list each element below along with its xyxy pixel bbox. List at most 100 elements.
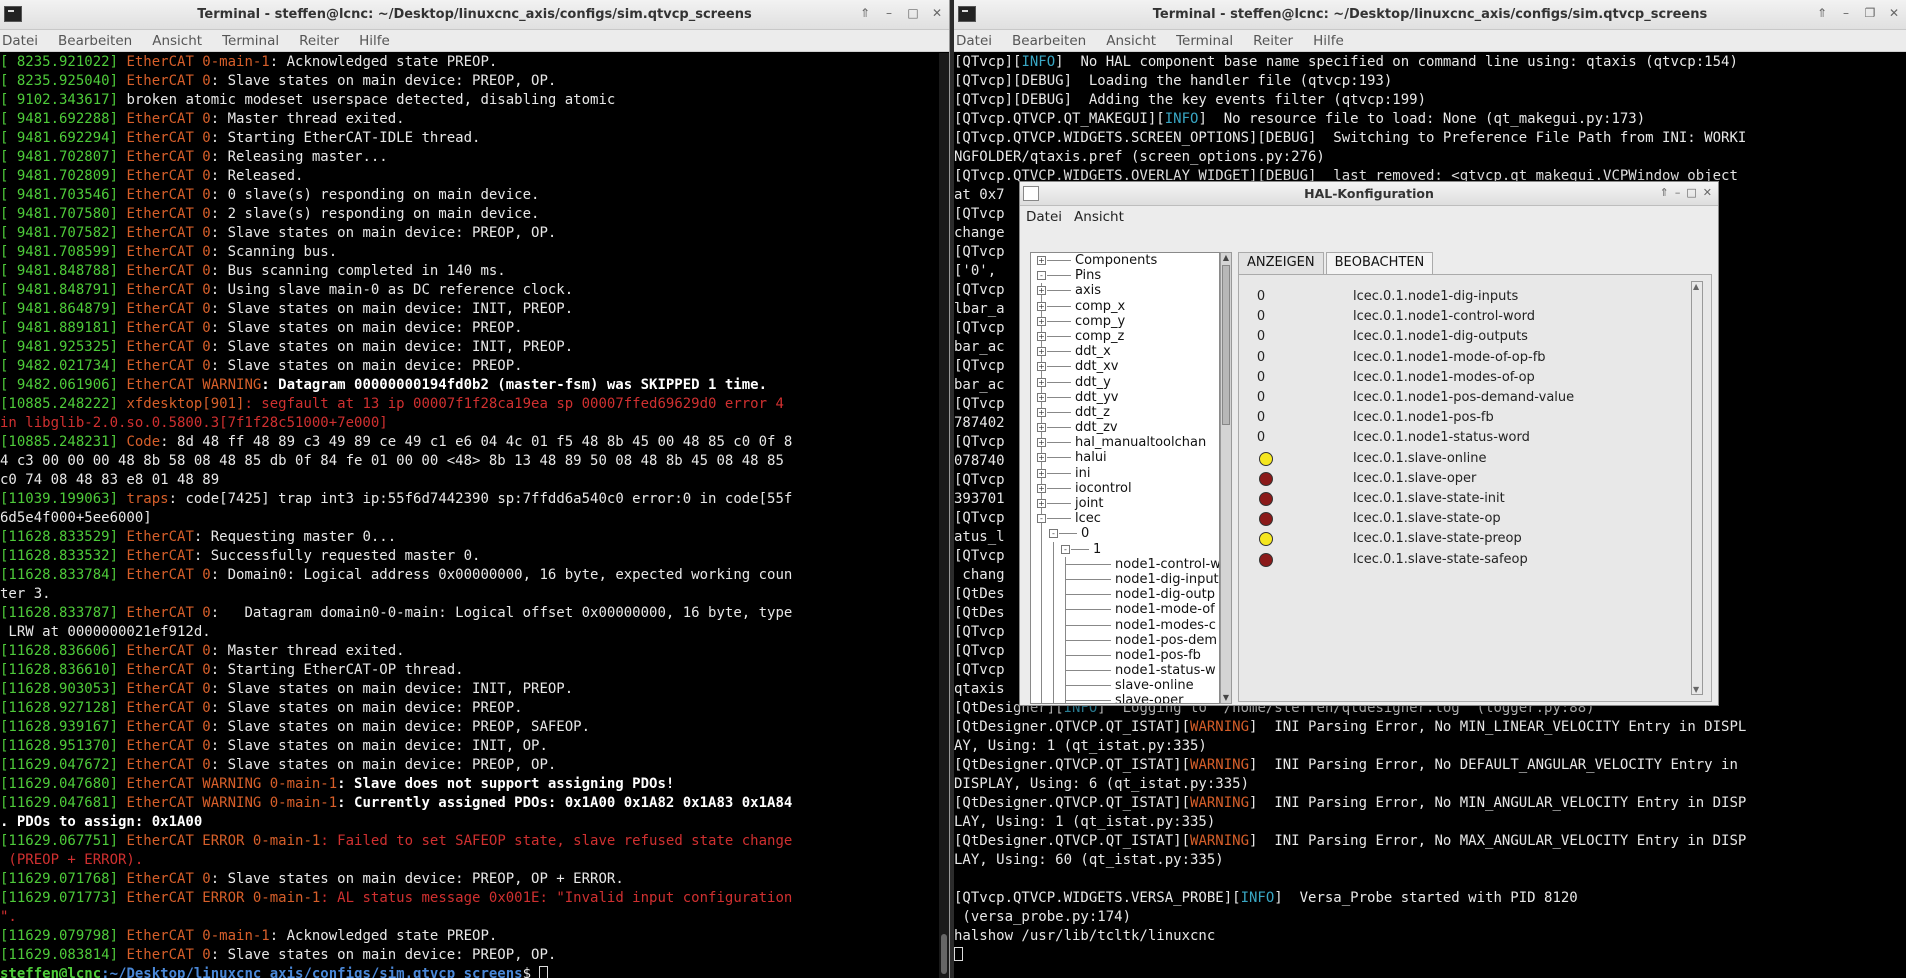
watch-row[interactable]: 0 lcec.0.1.node1-modes-of-op [1253,368,1683,388]
tree-item[interactable]: + iocontrol [1031,480,1219,496]
tree-item[interactable]: + ddt_x [1031,344,1219,360]
menu-terminal[interactable]: Terminal [212,33,289,49]
tree-item[interactable]: + ddt_xv [1031,359,1219,375]
tree-item[interactable]: node1-status-w [1031,663,1219,679]
collapse-icon[interactable]: - [1061,544,1070,554]
tree-item[interactable]: + comp_z [1031,328,1219,345]
watch-row[interactable]: lcec.0.1.slave-online [1253,449,1683,469]
tree-item[interactable]: slave-oper [1031,693,1219,703]
watch-row[interactable]: 0 lcec.0.1.node1-status-word [1253,428,1683,448]
tree-item[interactable]: + comp_x [1031,298,1219,314]
tree-item[interactable]: + ddt_z [1031,404,1219,421]
watch-scrollbar[interactable]: ▲ ▼ [1691,281,1703,695]
watch-row[interactable]: 0 lcec.0.1.node1-pos-fb [1253,408,1683,428]
hal-menu-ansicht[interactable]: Ansicht [1068,209,1130,225]
watch-row[interactable]: lcec.0.1.slave-state-preop [1253,529,1683,549]
minimize-icon[interactable]: – [1838,6,1854,20]
maximize-icon[interactable]: □ [905,6,921,20]
watch-row[interactable]: lcec.0.1.slave-oper [1253,469,1683,489]
watch-row[interactable]: lcec.0.1.slave-state-safeop [1253,550,1683,570]
hal-configuration-window[interactable]: HAL-Konfiguration ⇑ – □ ✕ Datei Ansicht … [1019,181,1719,706]
expand-icon[interactable]: + [1037,499,1046,508]
expand-icon[interactable]: + [1037,316,1046,326]
menu-hilfe[interactable]: Hilfe [349,33,400,49]
left-titlebar[interactable]: Terminal - steffen@lcnc: ~/Desktop/linux… [0,0,949,30]
scroll-down-icon[interactable]: ▼ [1221,693,1231,703]
tree-item[interactable]: - Pins [1031,268,1219,283]
close-icon[interactable]: ✕ [1703,186,1712,199]
tab-beobachten[interactable]: BEOBACHTEN [1325,252,1434,275]
tree-item[interactable]: + ini [1031,465,1219,481]
watch-row[interactable]: 0 lcec.0.1.node1-mode-of-op-fb [1253,348,1683,368]
tree-item[interactable]: + comp_y [1031,313,1219,329]
tree-item[interactable]: node1-modes-c [1031,617,1219,633]
expand-icon[interactable]: + [1037,377,1046,387]
shade-icon[interactable]: ⇑ [1814,6,1830,20]
tree-scrollbar-thumb[interactable] [1222,265,1230,425]
tree-item[interactable]: + hal_manualtoolchan [1031,435,1219,451]
watch-row[interactable]: 0 lcec.0.1.node1-control-word [1253,307,1683,327]
tree-item[interactable]: -1 [1031,541,1219,557]
tab-anzeigen[interactable]: ANZEIGEN [1238,252,1324,274]
expand-icon[interactable]: + [1037,286,1046,296]
close-icon[interactable]: ✕ [1886,6,1902,20]
maximize-icon[interactable]: ❐ [1862,6,1878,20]
expand-icon[interactable]: + [1037,331,1046,341]
tree-item[interactable]: node1-pos-dem [1031,632,1219,648]
collapse-icon[interactable]: - [1037,514,1046,524]
minimize-icon[interactable]: – [1675,186,1681,199]
left-scrollbar-thumb[interactable] [941,934,947,974]
shade-icon[interactable]: ⇑ [1660,186,1669,199]
expand-icon[interactable]: + [1037,301,1046,311]
maximize-icon[interactable]: □ [1686,186,1696,199]
hal-menu-datei[interactable]: Datei [1020,209,1068,225]
tree-item[interactable]: -0 [1031,526,1219,542]
expand-icon[interactable]: + [1037,407,1046,417]
expand-icon[interactable]: + [1037,362,1046,372]
tree-item[interactable]: node1-pos-fb [1031,647,1219,664]
menu-ansicht[interactable]: Ansicht [1096,33,1166,49]
scroll-down-icon[interactable]: ▼ [1693,685,1699,694]
watch-row[interactable]: lcec.0.1.slave-state-init [1253,489,1683,509]
hal-tree[interactable]: + Components - Pins + axis + comp_x + comp_y + comp… [1030,252,1220,704]
expand-icon[interactable]: + [1037,347,1046,357]
expand-icon[interactable]: + [1037,256,1046,265]
menu-reiter[interactable]: Reiter [1243,33,1303,49]
menu-reiter[interactable]: Reiter [289,33,349,49]
tree-item[interactable]: + axis [1031,283,1219,299]
tree-item[interactable]: node1-dig-input [1031,571,1219,588]
tree-item[interactable]: node1-control-w [1031,556,1219,572]
expand-icon[interactable]: + [1037,438,1046,448]
right-titlebar[interactable]: Terminal - steffen@lcnc: ~/Desktop/linux… [954,0,1906,30]
tree-item[interactable]: slave-online [1031,678,1219,694]
watch-row[interactable]: lcec.0.1.slave-state-op [1253,509,1683,529]
shade-icon[interactable]: ⇑ [857,6,873,20]
tree-item[interactable]: + ddt_yv [1031,389,1219,405]
expand-icon[interactable]: + [1037,423,1046,433]
menu-datei[interactable]: Datei [954,33,1002,49]
tree-item[interactable]: + ddt_zv [1031,420,1219,436]
watch-row[interactable]: 0 lcec.0.1.node1-dig-outputs [1253,327,1683,347]
tree-item[interactable]: + halui [1031,450,1219,466]
expand-icon[interactable]: + [1037,468,1046,478]
expand-icon[interactable]: + [1037,483,1046,493]
watch-row[interactable]: 0 lcec.0.1.node1-dig-inputs [1253,287,1683,307]
menu-datei[interactable]: Datei [0,33,48,49]
left-terminal-window[interactable]: Terminal - steffen@lcnc: ~/Desktop/linux… [0,0,950,978]
tree-item[interactable]: + Components [1031,253,1219,268]
tree-item[interactable]: node1-dig-outp [1031,587,1219,603]
menu-ansicht[interactable]: Ansicht [142,33,212,49]
collapse-icon[interactable]: - [1037,271,1046,281]
tree-item[interactable]: + joint [1031,496,1219,512]
expand-icon[interactable]: + [1037,392,1046,402]
left-scrollbar[interactable] [939,53,949,978]
tree-item[interactable]: - lcec [1031,511,1219,527]
expand-icon[interactable]: + [1037,453,1046,463]
tree-item[interactable]: + ddt_y [1031,374,1219,390]
tree-scrollbar[interactable]: ▲ ▼ [1220,252,1232,704]
collapse-icon[interactable]: - [1049,529,1058,539]
close-icon[interactable]: ✕ [929,6,945,20]
minimize-icon[interactable]: – [881,6,897,20]
menu-hilfe[interactable]: Hilfe [1303,33,1354,49]
watch-row[interactable]: 0 lcec.0.1.node1-pos-demand-value [1253,388,1683,408]
